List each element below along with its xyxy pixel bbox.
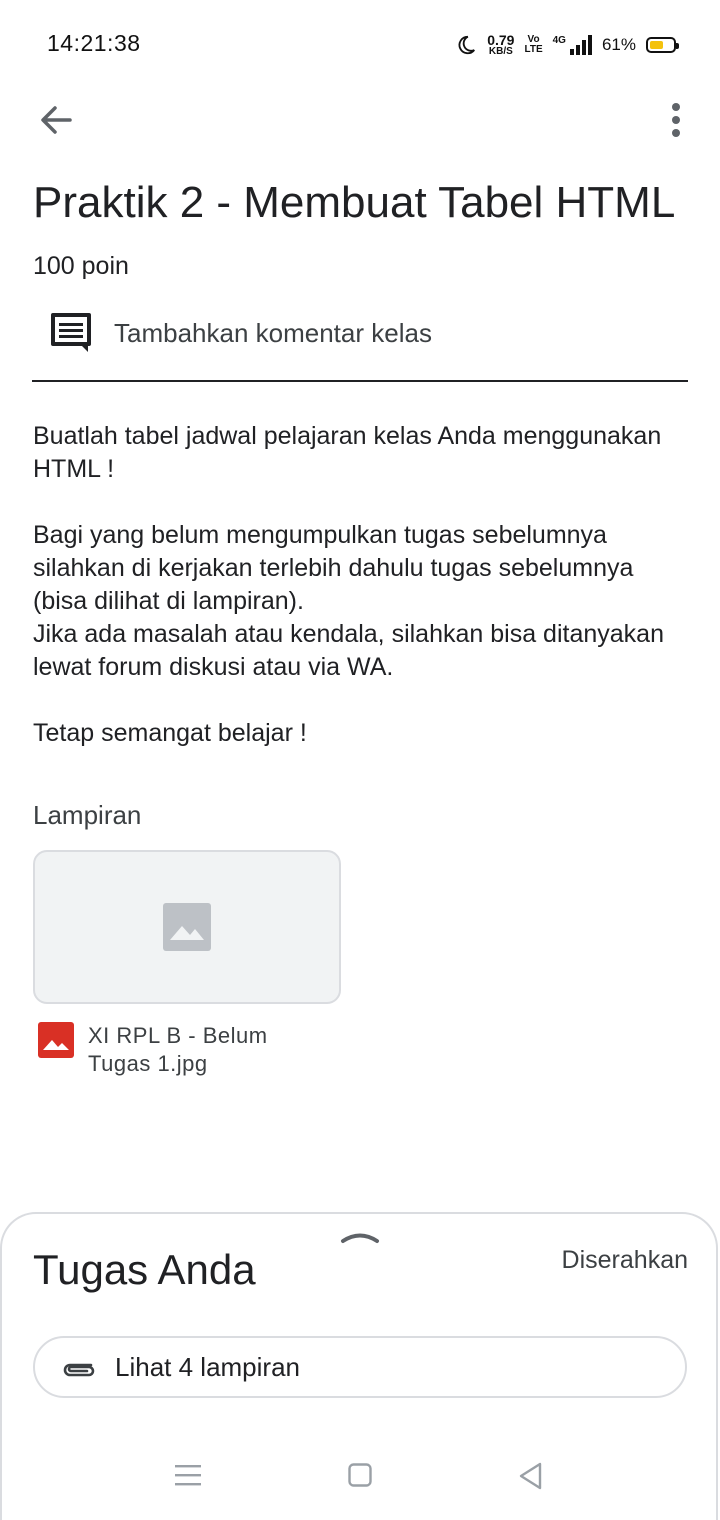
back-arrow-icon[interactable] <box>34 98 78 142</box>
attachment-file[interactable]: XI RPL B - Belum Tugas 1.jpg <box>38 1022 308 1078</box>
header-divider <box>32 380 688 382</box>
battery-percent: 61% <box>601 35 636 54</box>
network-speed: 0.79 KB/S <box>487 31 515 57</box>
battery-fill <box>650 41 664 49</box>
assignment-description: Buatlah tabel jadwal pelajaran kelas And… <box>33 420 683 783</box>
battery-icon <box>646 37 679 53</box>
view-attachments-button[interactable]: Lihat 4 lampiran <box>33 1336 687 1398</box>
description-paragraph: Tetap semangat belajar ! <box>33 719 307 747</box>
attachment-file-name: XI RPL B - Belum Tugas 1.jpg <box>88 1023 268 1076</box>
network-speed-value: 0.79 <box>487 31 515 48</box>
description-paragraph: Bagi yang belum mengumpulkan tugas sebel… <box>33 521 664 681</box>
view-attachments-label: Lihat 4 lampiran <box>115 1351 300 1382</box>
add-class-comment-button[interactable]: Tambahkan komentar kelas <box>50 312 432 354</box>
volte-indicator: Vo LTE <box>524 35 542 55</box>
do-not-disturb-moon-icon <box>458 35 476 55</box>
description-paragraph: Buatlah tabel jadwal pelajaran kelas And… <box>33 422 662 483</box>
status-time: 14:21:38 <box>47 30 141 56</box>
signal-strength-icon: 4G <box>553 35 592 55</box>
submission-status: Diserahkan <box>561 1246 688 1274</box>
image-placeholder-icon <box>163 903 211 951</box>
your-work-title: Tugas Anda <box>33 1246 256 1293</box>
home-icon[interactable] <box>348 1463 372 1487</box>
expand-sheet-handle-icon[interactable] <box>340 1228 380 1248</box>
comment-icon <box>51 313 91 352</box>
attachments-label: Lampiran <box>33 800 142 830</box>
system-back-icon[interactable] <box>516 1461 546 1491</box>
paperclip-icon <box>63 1363 95 1377</box>
assignment-title: Praktik 2 - Membuat Tabel HTML <box>33 178 676 227</box>
status-icons: 0.79 KB/S Vo LTE 4G 61% <box>455 30 679 60</box>
assignment-points: 100 poin <box>33 252 129 280</box>
image-file-icon <box>38 1022 74 1058</box>
attachment-thumbnail[interactable] <box>33 850 341 1004</box>
volte-bottom: LTE <box>524 44 543 55</box>
recent-apps-icon[interactable] <box>175 1464 201 1486</box>
network-speed-unit: KB/S <box>488 45 513 57</box>
network-type: 4G <box>552 35 566 46</box>
more-options-icon[interactable] <box>656 98 696 142</box>
comment-prompt: Tambahkan komentar kelas <box>114 317 432 348</box>
